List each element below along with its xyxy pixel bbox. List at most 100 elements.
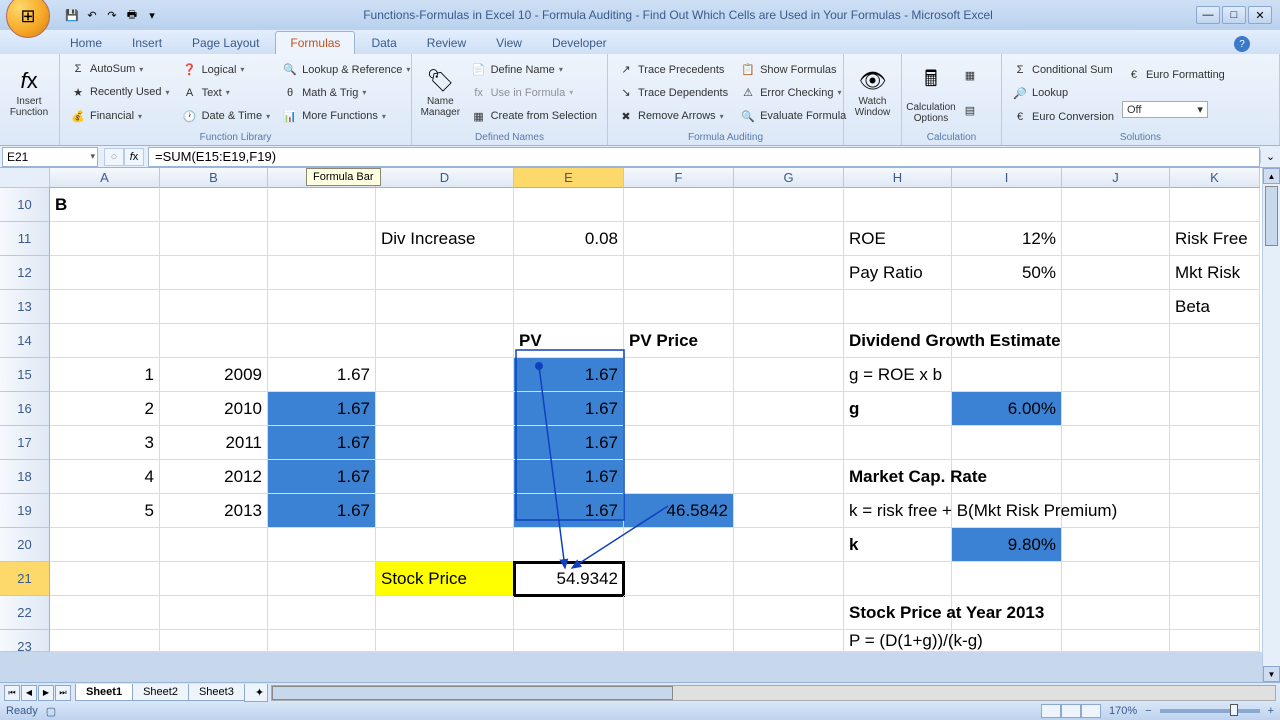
cell-J13[interactable] xyxy=(1062,290,1170,324)
cell-D12[interactable] xyxy=(376,256,514,290)
cell-K23[interactable] xyxy=(1170,630,1260,652)
sheet-tab-2[interactable]: Sheet2 xyxy=(132,684,189,701)
cell-C14[interactable] xyxy=(268,324,376,358)
error-checking-button[interactable]: ⚠Error Checking xyxy=(736,85,850,100)
cell-D19[interactable] xyxy=(376,494,514,528)
cell-D22[interactable] xyxy=(376,596,514,630)
cell-C18[interactable]: 1.67 xyxy=(268,460,376,494)
cell-H22[interactable]: Stock Price at Year 2013 xyxy=(844,596,952,630)
row-header-22[interactable]: 22 xyxy=(0,596,50,630)
recently-used-button[interactable]: ★Recently Used xyxy=(66,85,174,100)
scroll-down-button[interactable]: ▼ xyxy=(1263,666,1280,682)
view-break-button[interactable] xyxy=(1081,704,1101,718)
tab-page-layout[interactable]: Page Layout xyxy=(178,32,273,54)
cell-A18[interactable]: 4 xyxy=(50,460,160,494)
cell-G12[interactable] xyxy=(734,256,844,290)
cell-B12[interactable] xyxy=(160,256,268,290)
row-header-13[interactable]: 13 xyxy=(0,290,50,324)
maximize-button[interactable]: □ xyxy=(1222,6,1246,24)
cell-H16[interactable]: g xyxy=(844,392,952,426)
cell-H15[interactable]: g = ROE x b xyxy=(844,358,952,392)
cell-I11[interactable]: 12% xyxy=(952,222,1062,256)
cell-K21[interactable] xyxy=(1170,562,1260,596)
tab-review[interactable]: Review xyxy=(413,32,480,54)
qat-custom-icon[interactable]: ▾ xyxy=(144,7,160,23)
cell-A17[interactable]: 3 xyxy=(50,426,160,460)
cell-E20[interactable] xyxy=(514,528,624,562)
cell-D11[interactable]: Div Increase xyxy=(376,222,514,256)
cell-D17[interactable] xyxy=(376,426,514,460)
cell-K12[interactable]: Mkt Risk xyxy=(1170,256,1260,290)
cell-A20[interactable] xyxy=(50,528,160,562)
row-header-21[interactable]: 21 xyxy=(0,562,50,596)
cell-K17[interactable] xyxy=(1170,426,1260,460)
cell-G21[interactable] xyxy=(734,562,844,596)
cell-G15[interactable] xyxy=(734,358,844,392)
cell-F11[interactable] xyxy=(624,222,734,256)
cell-H13[interactable] xyxy=(844,290,952,324)
macro-record-icon[interactable]: ▢ xyxy=(46,705,56,718)
row-header-23[interactable]: 23 xyxy=(0,630,50,652)
cell-I10[interactable] xyxy=(952,188,1062,222)
cell-D20[interactable] xyxy=(376,528,514,562)
cell-A22[interactable] xyxy=(50,596,160,630)
tab-formulas[interactable]: Formulas xyxy=(275,31,355,54)
cell-E22[interactable] xyxy=(514,596,624,630)
formula-bar[interactable]: =SUM(E15:E19,F19) xyxy=(148,147,1260,167)
cell-E19[interactable]: 1.67 xyxy=(514,494,624,528)
cell-E17[interactable]: 1.67 xyxy=(514,426,624,460)
sheet-nav-last[interactable]: ⏭ xyxy=(55,685,71,701)
cell-D15[interactable] xyxy=(376,358,514,392)
select-all-corner[interactable] xyxy=(0,168,50,188)
fx-button[interactable]: fx xyxy=(124,148,144,166)
trace-dependents-button[interactable]: ↘Trace Dependents xyxy=(614,85,732,100)
cell-E23[interactable] xyxy=(514,630,624,652)
cell-H17[interactable] xyxy=(844,426,952,460)
zoom-level[interactable]: 170% xyxy=(1109,705,1137,717)
cell-I15[interactable] xyxy=(952,358,1062,392)
sheet-tab-new[interactable]: ✦ xyxy=(244,684,268,702)
vertical-scrollbar[interactable]: ▲ ▼ xyxy=(1262,168,1280,682)
cell-F16[interactable] xyxy=(624,392,734,426)
sheet-tab-3[interactable]: Sheet3 xyxy=(188,684,245,701)
cell-E15[interactable]: 1.67 xyxy=(514,358,624,392)
row-header-15[interactable]: 15 xyxy=(0,358,50,392)
name-manager-button[interactable]: 🏷 Name Manager xyxy=(418,56,463,130)
show-formulas-button[interactable]: 📋Show Formulas xyxy=(736,62,850,77)
cell-F21[interactable] xyxy=(624,562,734,596)
cell-K18[interactable] xyxy=(1170,460,1260,494)
hscroll-thumb[interactable] xyxy=(272,686,673,700)
qat-redo-icon[interactable]: ↷ xyxy=(104,7,120,23)
formula-expand-button[interactable]: ⌄ xyxy=(1260,150,1280,163)
cell-A12[interactable] xyxy=(50,256,160,290)
minimize-button[interactable]: — xyxy=(1196,6,1220,24)
cell-K19[interactable] xyxy=(1170,494,1260,528)
cell-K11[interactable]: Risk Free xyxy=(1170,222,1260,256)
cell-D23[interactable] xyxy=(376,630,514,652)
cell-F17[interactable] xyxy=(624,426,734,460)
cell-F12[interactable] xyxy=(624,256,734,290)
cell-J12[interactable] xyxy=(1062,256,1170,290)
cell-G14[interactable] xyxy=(734,324,844,358)
cell-B17[interactable]: 2011 xyxy=(160,426,268,460)
cell-K10[interactable] xyxy=(1170,188,1260,222)
row-header-17[interactable]: 17 xyxy=(0,426,50,460)
cell-G11[interactable] xyxy=(734,222,844,256)
cell-C12[interactable] xyxy=(268,256,376,290)
cell-C21[interactable] xyxy=(268,562,376,596)
row-header-11[interactable]: 11 xyxy=(0,222,50,256)
cell-F10[interactable] xyxy=(624,188,734,222)
financial-button[interactable]: 💰Financial xyxy=(66,109,174,124)
cell-F19[interactable]: 46.5842 xyxy=(624,494,734,528)
cell-J10[interactable] xyxy=(1062,188,1170,222)
autosum-button[interactable]: ΣAutoSum xyxy=(66,62,174,76)
cell-G17[interactable] xyxy=(734,426,844,460)
row-header-10[interactable]: 10 xyxy=(0,188,50,222)
lookup-reference-button[interactable]: 🔍Lookup & Reference xyxy=(278,62,414,77)
cell-D21[interactable]: Stock Price xyxy=(376,562,514,596)
logical-button[interactable]: ❓Logical xyxy=(178,62,275,77)
math-trig-button[interactable]: θMath & Trig xyxy=(278,86,414,100)
row-header-14[interactable]: 14 xyxy=(0,324,50,358)
text-button[interactable]: AText xyxy=(178,86,275,100)
cell-B15[interactable]: 2009 xyxy=(160,358,268,392)
